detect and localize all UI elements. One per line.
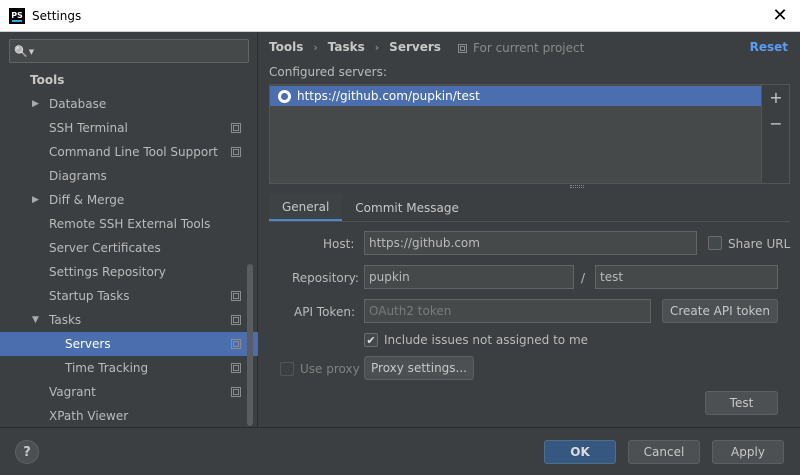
- scope-label: For current project: [473, 41, 585, 55]
- repository-label: Repository:: [292, 271, 359, 285]
- breadcrumb-separator-icon: ›: [313, 40, 318, 54]
- host-field[interactable]: https://github.com: [364, 231, 697, 255]
- add-server-button[interactable]: +: [768, 90, 784, 106]
- sidebar-item-label: Tools: [30, 73, 65, 87]
- expanded-arrow-icon[interactable]: ▼: [32, 315, 39, 325]
- sidebar-item-settings-repository[interactable]: Settings Repository: [0, 260, 258, 284]
- collapsed-arrow-icon[interactable]: ▶: [32, 99, 39, 109]
- sidebar-item-label: Time Tracking: [65, 361, 149, 375]
- server-list-toolbar: + −: [762, 84, 790, 184]
- repository-owner-field[interactable]: pupkin: [364, 265, 574, 289]
- test-button[interactable]: Test: [705, 391, 778, 415]
- collapsed-arrow-icon[interactable]: ▶: [32, 195, 39, 205]
- use-proxy-checkbox[interactable]: [280, 362, 294, 376]
- sidebar-item-xpath-viewer[interactable]: XPath Viewer: [0, 404, 258, 428]
- sidebar-item-ssh-terminal[interactable]: SSH Terminal: [0, 116, 258, 140]
- settings-tree: Tools ▶ Database SSH Terminal Command Line T…: [0, 68, 258, 428]
- chevron-down-icon: ▼: [28, 48, 35, 56]
- sidebar-item-label: Server Certificates: [49, 241, 161, 255]
- ok-button[interactable]: OK: [544, 440, 616, 464]
- share-url-label: Share URL: [728, 237, 791, 251]
- include-issues-label: Include issues not assigned to me: [384, 333, 589, 347]
- breadcrumb-separator-icon: ›: [374, 40, 380, 54]
- tab-commit-message[interactable]: Commit Message: [342, 194, 472, 222]
- configured-servers-list[interactable]: https://github.com/pupkin/test: [269, 84, 762, 184]
- project-scope-icon: [231, 387, 241, 397]
- sidebar-item-label: Servers: [65, 337, 111, 351]
- repository-name-field[interactable]: test: [595, 265, 778, 289]
- window-title: Settings: [32, 8, 82, 23]
- breadcrumb-item-servers: Servers: [389, 40, 441, 54]
- project-scope-icon: [231, 363, 241, 373]
- settings-search-input[interactable]: 🔍 ▼: [9, 39, 249, 63]
- window-titlebar: PS Settings ✕: [0, 0, 800, 32]
- sidebar-item-time-tracking[interactable]: Time Tracking: [0, 356, 258, 380]
- splitter-handle[interactable]: [570, 185, 584, 188]
- sidebar-item-label: Remote SSH External Tools: [49, 217, 211, 231]
- repository-separator: /: [581, 271, 586, 285]
- breadcrumb: Tools › Tasks › Servers: [269, 40, 441, 54]
- sidebar-item-vagrant[interactable]: Vagrant: [0, 380, 258, 404]
- include-issues-checkbox[interactable]: ✔: [364, 333, 378, 347]
- sidebar-item-label: Database: [49, 97, 107, 111]
- proxy-settings-button[interactable]: Proxy settings...: [364, 356, 474, 380]
- reset-link[interactable]: Reset: [750, 40, 788, 54]
- server-url: https://github.com/pupkin/test: [297, 89, 480, 103]
- list-item[interactable]: https://github.com/pupkin/test: [270, 86, 761, 106]
- settings-content: Tools › Tasks › Servers For current proj…: [259, 32, 800, 427]
- share-url-checkbox[interactable]: [708, 236, 722, 250]
- sidebar-item-database[interactable]: ▶ Database: [0, 92, 258, 116]
- close-window-button[interactable]: ✕: [770, 6, 790, 26]
- checkmark-icon: ✔: [366, 333, 376, 347]
- project-scope-icon: [231, 315, 241, 325]
- sidebar-item-label: SSH Terminal: [49, 121, 128, 135]
- project-scope-icon: [231, 147, 241, 157]
- tab-divider: [269, 221, 790, 222]
- server-tabs: General Commit Message: [269, 194, 472, 222]
- create-api-token-button[interactable]: Create API token: [662, 299, 778, 323]
- configured-servers-label: Configured servers:: [269, 65, 387, 79]
- project-scope-icon: [231, 123, 241, 133]
- breadcrumb-item-tasks: Tasks: [327, 40, 365, 54]
- sidebar-item-tasks[interactable]: ▼ Tasks: [0, 308, 258, 332]
- sidebar-item-command-line-tool-support[interactable]: Command Line Tool Support: [0, 140, 258, 164]
- sidebar-item-label: XPath Viewer: [49, 409, 129, 423]
- project-scope-icon: [231, 291, 241, 301]
- tab-general[interactable]: General: [269, 194, 343, 222]
- cancel-button[interactable]: Cancel: [628, 440, 700, 464]
- sidebar-item-diff-merge[interactable]: ▶ Diff & Merge: [0, 188, 258, 212]
- host-label: Host:: [323, 237, 355, 251]
- sidebar-scrollbar[interactable]: [247, 264, 253, 426]
- sidebar-item-label: Startup Tasks: [49, 289, 130, 303]
- sidebar-item-remote-ssh-external-tools[interactable]: Remote SSH External Tools: [0, 212, 258, 236]
- github-icon: [278, 89, 291, 103]
- api-token-label: API Token:: [294, 305, 355, 319]
- sidebar-item-label: Diff & Merge: [49, 193, 125, 207]
- sidebar-item-startup-tasks[interactable]: Startup Tasks: [0, 284, 258, 308]
- search-icon: 🔍: [14, 44, 28, 58]
- sidebar-item-diagrams[interactable]: Diagrams: [0, 164, 258, 188]
- settings-sidebar: 🔍 ▼ Tools ▶ Database SSH Terminal Command Li…: [0, 32, 258, 427]
- help-button[interactable]: ?: [15, 440, 39, 464]
- sidebar-item-label: Vagrant: [49, 385, 96, 399]
- sidebar-item-server-certificates[interactable]: Server Certificates: [0, 236, 258, 260]
- project-scope-icon: [458, 43, 467, 53]
- sidebar-item-servers[interactable]: Servers: [0, 332, 258, 356]
- sidebar-item-label: Settings Repository: [49, 265, 166, 279]
- remove-server-button[interactable]: −: [768, 116, 784, 132]
- project-scope-icon: [231, 339, 241, 349]
- use-proxy-label: Use proxy: [300, 362, 360, 376]
- api-token-field[interactable]: OAuth2 token: [364, 299, 651, 323]
- sidebar-item-tools[interactable]: Tools: [0, 68, 258, 92]
- dialog-footer: ? OK Cancel Apply: [0, 427, 800, 475]
- phpstorm-logo-icon: PS: [9, 7, 25, 24]
- apply-button[interactable]: Apply: [712, 440, 784, 464]
- scope-indicator: For current project: [458, 41, 584, 55]
- sidebar-item-label: Command Line Tool Support: [49, 145, 218, 159]
- breadcrumb-item-tools: Tools: [269, 40, 304, 54]
- sidebar-item-label: Tasks: [49, 313, 82, 327]
- sidebar-item-label: Diagrams: [49, 169, 107, 183]
